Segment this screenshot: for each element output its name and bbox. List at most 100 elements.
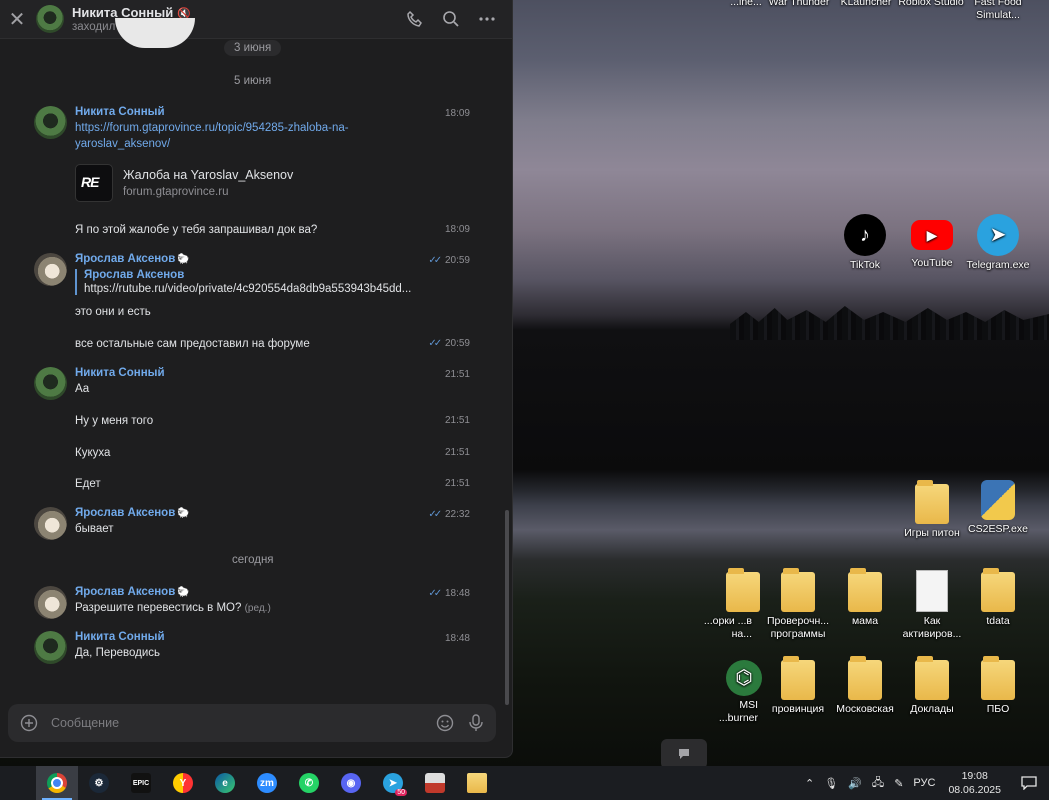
taskbar-zoom[interactable]: zm bbox=[246, 766, 288, 800]
desktop-icon-telegram[interactable]: ➤ Telegram.exe bbox=[963, 214, 1033, 272]
clock-date: 08.06.2025 bbox=[948, 784, 1001, 796]
reply-author: Ярослав Аксенов bbox=[84, 269, 185, 281]
desktop-icon-youtube[interactable]: ▶ YouTube bbox=[897, 214, 967, 270]
message-link[interactable]: https://forum.gtaprovince.ru/topic/95428… bbox=[75, 120, 349, 152]
desktop-icon-proverochn[interactable]: Проверочн... программы bbox=[763, 568, 833, 641]
avatar[interactable] bbox=[34, 507, 67, 540]
text-document-icon bbox=[916, 570, 948, 612]
emoji-icon[interactable] bbox=[434, 712, 456, 734]
edge-icon: e bbox=[215, 773, 235, 793]
avatar[interactable] bbox=[34, 631, 67, 664]
link-preview-image bbox=[75, 164, 113, 202]
link-preview-title: Жалоба на Yaroslav_Aksenov bbox=[123, 168, 294, 182]
message-time: ✓✓ 20:59 bbox=[428, 338, 470, 349]
telegram-icon: ➤ bbox=[977, 214, 1019, 256]
tiktok-icon: ♪ bbox=[844, 214, 886, 256]
date-separator: сегодня bbox=[232, 554, 274, 566]
clock-time: 19:08 bbox=[961, 770, 988, 782]
message-time: 21:51 bbox=[444, 369, 470, 380]
chat-window: ✕ Никита Сонный🔇 заходил недавно 3 июня … bbox=[0, 0, 513, 758]
taskbar-explorer[interactable] bbox=[456, 766, 498, 800]
desktop-icon-fast-food[interactable]: Fast Food Simulat... bbox=[963, 0, 1033, 22]
message-time: ✓✓ 20:59 bbox=[428, 255, 470, 266]
message-text: Ну у меня того bbox=[75, 415, 154, 427]
avatar[interactable] bbox=[36, 5, 64, 33]
more-icon[interactable] bbox=[476, 8, 498, 30]
message-text: Разрешите перевестись в МО? (ред.) bbox=[75, 602, 271, 614]
desktop-icon-mama[interactable]: мама bbox=[830, 568, 900, 628]
microphone-icon[interactable] bbox=[465, 712, 487, 734]
avatar[interactable] bbox=[34, 106, 67, 139]
folder-icon bbox=[848, 568, 882, 612]
desktop-icon-kak-aktivirovat[interactable]: Как активиров... bbox=[897, 570, 967, 641]
attach-plus-icon[interactable] bbox=[18, 712, 40, 734]
desktop-icon-sborki[interactable]: ...орки ...в на... bbox=[700, 568, 770, 641]
yandex-icon: Y bbox=[173, 773, 193, 793]
notifications-icon[interactable] bbox=[1009, 766, 1049, 800]
desktop-icon-tiktok[interactable]: ♪ TikTok bbox=[830, 214, 900, 272]
pen-icon[interactable]: ✎ bbox=[894, 777, 903, 790]
microphone-icon[interactable]: 🎙 bbox=[824, 777, 838, 790]
taskbar-app[interactable] bbox=[414, 766, 456, 800]
message-input[interactable] bbox=[49, 715, 434, 731]
discord-icon: ◉ bbox=[341, 773, 361, 793]
desktop-icon-klauncher[interactable]: KLauncher bbox=[831, 0, 901, 9]
message-author[interactable]: Ярослав Аксенов 🐑 bbox=[75, 253, 190, 265]
epic-games-icon: EPIC bbox=[131, 773, 151, 793]
search-icon[interactable] bbox=[440, 8, 462, 30]
network-icon[interactable]: 🖧 bbox=[872, 774, 884, 793]
app-icon bbox=[425, 773, 445, 793]
desktop-icon-roblox-studio[interactable]: Roblox Studio bbox=[896, 0, 966, 9]
reply-quote[interactable]: Ярослав Аксенов https://rutube.ru/video/… bbox=[75, 269, 411, 295]
desktop-icon-igry-python[interactable]: Игры питон bbox=[897, 480, 967, 540]
avatar[interactable] bbox=[34, 253, 67, 286]
link-preview[interactable]: Жалоба на Yaroslav_Aksenov forum.gtaprov… bbox=[75, 164, 293, 202]
youtube-icon: ▶ bbox=[911, 220, 953, 250]
taskbar-edge[interactable]: e bbox=[204, 766, 246, 800]
taskbar-epic-games[interactable]: EPIC bbox=[120, 766, 162, 800]
chat-bubble-icon bbox=[679, 749, 689, 759]
message-text: это они и есть bbox=[75, 306, 151, 318]
message-text: Я по этой жалобе у тебя запрашивал док в… bbox=[75, 224, 318, 236]
message-time: ✓✓ 22:32 bbox=[428, 509, 470, 520]
steam-icon: ⚙ bbox=[89, 773, 109, 793]
taskbar-yandex[interactable]: Y bbox=[162, 766, 204, 800]
avatar[interactable] bbox=[34, 586, 67, 619]
message-text: Едет bbox=[75, 478, 101, 490]
desktop-icon-top-1[interactable]: ...ine... bbox=[724, 0, 768, 9]
message-feed[interactable]: 3 июня 5 июня Никита Сонный 18:09 https:… bbox=[0, 18, 512, 698]
message-author[interactable]: Ярослав Аксенов 🐑 bbox=[75, 507, 190, 519]
taskbar-whatsapp[interactable]: ✆ bbox=[288, 766, 330, 800]
message-author[interactable]: Ярослав Аксенов 🐑 bbox=[75, 586, 190, 598]
scrollbar[interactable] bbox=[505, 510, 509, 705]
taskbar-telegram[interactable]: ➤ 50 bbox=[372, 766, 414, 800]
taskbar-chrome[interactable] bbox=[36, 766, 78, 800]
desktop-icon-cs2esp[interactable]: CS2ESP.exe bbox=[963, 480, 1033, 536]
floating-chat-button[interactable] bbox=[661, 739, 707, 769]
link-preview-site: forum.gtaprovince.ru bbox=[123, 186, 229, 198]
chrome-icon bbox=[47, 773, 67, 793]
message-author[interactable]: Никита Сонный bbox=[75, 106, 165, 118]
system-tray: ⌃ 🎙 🔊 🖧 ✎ РУС 19:08 08.06.2025 bbox=[800, 766, 1049, 800]
volume-icon[interactable]: 🔊 bbox=[848, 777, 862, 790]
chevron-up-icon[interactable]: ⌃ bbox=[805, 777, 814, 790]
desktop-icon-doklady[interactable]: Доклады bbox=[897, 656, 967, 716]
message-author[interactable]: Никита Сонный bbox=[75, 367, 165, 379]
desktop-icon-war-thunder[interactable]: War Thunder bbox=[764, 0, 834, 9]
chat-header: ✕ Никита Сонный🔇 заходил недавно bbox=[0, 0, 512, 39]
desktop-icon-provincia[interactable]: провинция bbox=[763, 656, 833, 716]
taskbar-discord[interactable]: ◉ bbox=[330, 766, 372, 800]
desktop-icon-msi-afterburner[interactable]: ⌬ MSI ...burner bbox=[700, 660, 770, 725]
phone-icon[interactable] bbox=[404, 8, 426, 30]
language-indicator[interactable]: РУС bbox=[913, 777, 935, 789]
avatar[interactable] bbox=[34, 367, 67, 400]
message-author[interactable]: Никита Сонный bbox=[75, 631, 165, 643]
message-text: бывает bbox=[75, 523, 114, 535]
close-icon[interactable]: ✕ bbox=[2, 7, 32, 32]
desktop-icon-pbo[interactable]: ПБО bbox=[963, 656, 1033, 716]
desktop-icon-moskovskaya[interactable]: Московская bbox=[830, 656, 900, 716]
taskbar-steam[interactable]: ⚙ bbox=[78, 766, 120, 800]
clock[interactable]: 19:08 08.06.2025 bbox=[948, 769, 1001, 797]
desktop-icon-tdata[interactable]: tdata bbox=[963, 568, 1033, 628]
date-separator: 3 июня bbox=[224, 40, 282, 56]
